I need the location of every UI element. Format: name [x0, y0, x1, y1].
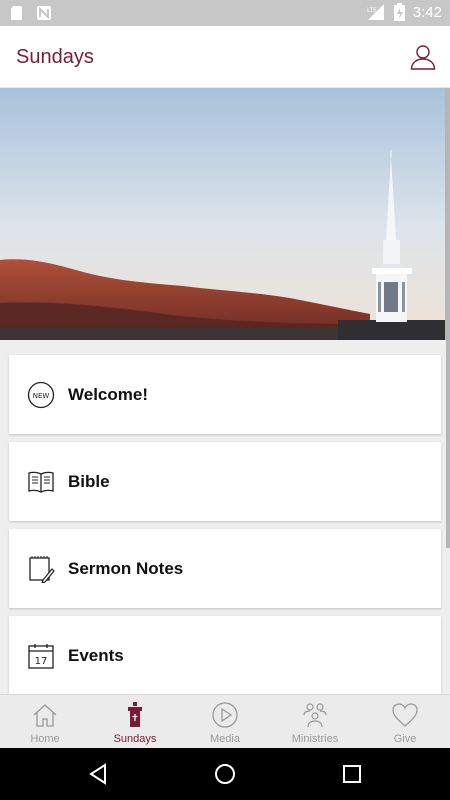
- card-label: Events: [68, 646, 124, 665]
- status-bar-right: LTE 3:42: [366, 3, 442, 21]
- status-time: 3:42: [412, 3, 442, 21]
- notepad-pencil-icon: [29, 556, 55, 583]
- tab-label: Give: [393, 733, 417, 745]
- church-steeple-landscape-image: [0, 88, 450, 340]
- profile-icon[interactable]: [410, 44, 436, 70]
- menu-list: NEW Welcome! Bible Sermon Notes 17 Event…: [9, 355, 441, 703]
- page-title: Sundays: [16, 46, 94, 68]
- people-group-icon: [303, 703, 327, 728]
- svg-text:17: 17: [35, 656, 48, 667]
- recents-square-icon[interactable]: [340, 762, 364, 786]
- play-circle-icon: [212, 702, 238, 728]
- tab-label: Ministries: [291, 733, 339, 745]
- tab-give[interactable]: Give: [360, 695, 450, 748]
- calendar-icon: 17: [28, 644, 54, 669]
- svg-text:LTE: LTE: [367, 7, 377, 14]
- card-label: Sermon Notes: [68, 559, 184, 578]
- home-circle-icon[interactable]: [213, 762, 237, 786]
- card-label: Bible: [68, 472, 110, 491]
- signal-lte-icon: LTE: [367, 4, 384, 20]
- tab-sundays[interactable]: Sundays: [90, 695, 180, 748]
- card-events[interactable]: 17 Events: [9, 616, 441, 695]
- svg-text:NEW: NEW: [33, 392, 50, 400]
- pulpit-icon: [128, 702, 142, 727]
- heart-icon: [392, 703, 418, 727]
- house-icon: [33, 704, 57, 727]
- tab-label: Home: [30, 733, 60, 745]
- back-icon[interactable]: [86, 762, 110, 786]
- tab-media[interactable]: Media: [180, 695, 270, 748]
- sd-card-icon: [11, 6, 22, 20]
- status-bar-left: [10, 5, 52, 21]
- status-bar: LTE 3:42: [0, 0, 450, 26]
- bottom-tab-bar: Home Sundays Media Ministries Give: [0, 694, 450, 748]
- app-bar: Sundays: [0, 26, 450, 88]
- battery-icon: [393, 3, 405, 21]
- card-bible[interactable]: Bible: [9, 442, 441, 521]
- open-book-icon: [28, 471, 54, 493]
- hero-image: [0, 88, 450, 340]
- tab-label: Sundays: [113, 733, 157, 745]
- card-label: Welcome!: [68, 385, 148, 404]
- n-notification-icon: [37, 6, 51, 20]
- tab-ministries[interactable]: Ministries: [270, 695, 360, 748]
- new-badge-icon: NEW: [27, 381, 55, 409]
- system-nav-bar: [0, 748, 450, 800]
- card-welcome[interactable]: NEW Welcome!: [9, 355, 441, 434]
- scrollbar[interactable]: [446, 88, 450, 548]
- tab-home[interactable]: Home: [0, 695, 90, 748]
- card-sermon-notes[interactable]: Sermon Notes: [9, 529, 441, 608]
- tab-label: Media: [210, 733, 240, 745]
